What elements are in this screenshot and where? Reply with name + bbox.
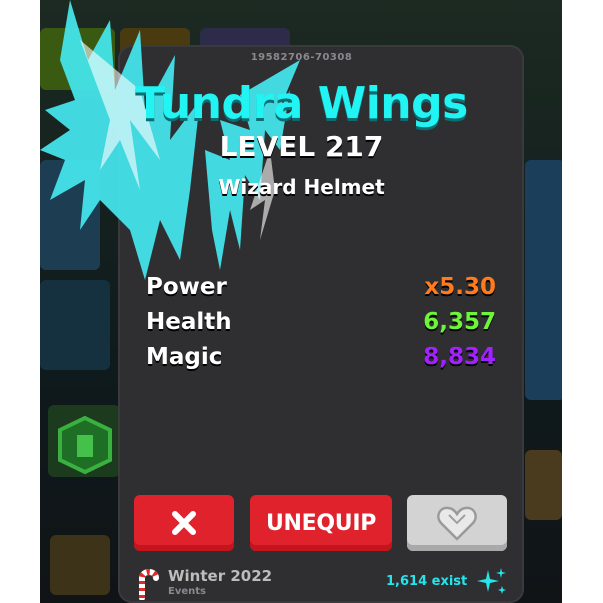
candy-cane-icon <box>139 569 159 600</box>
stat-row-power: Power x5.30 <box>146 274 496 308</box>
event-name: Winter 2022 <box>168 567 273 585</box>
item-type: Wizard Helmet <box>218 175 385 199</box>
stat-label: Magic <box>146 344 223 370</box>
stat-row-magic: Magic 8,834 <box>146 344 496 378</box>
event-category: Events <box>168 586 206 597</box>
close-x-icon <box>172 511 196 535</box>
green-helmet-icon <box>58 415 112 475</box>
stat-label: Power <box>146 274 227 300</box>
item-name: Tundra Wings <box>135 78 468 129</box>
heart-icon <box>437 506 477 541</box>
stat-row-health: Health 6,357 <box>146 309 496 343</box>
inventory-slot <box>525 450 562 520</box>
sparkle-icon <box>477 568 506 594</box>
stat-value: 8,834 <box>423 344 496 370</box>
inventory-slot <box>50 535 110 595</box>
close-button[interactable] <box>134 495 234 551</box>
unequip-label: UNEQUIP <box>265 510 377 536</box>
favorite-button[interactable] <box>407 495 507 551</box>
stat-label: Health <box>146 309 232 335</box>
exist-count: 1,614 exist <box>386 574 468 589</box>
unequip-button[interactable]: UNEQUIP <box>250 495 392 551</box>
stat-value: x5.30 <box>424 274 496 300</box>
item-level: LEVEL 217 <box>219 130 384 163</box>
item-serial-id: 19582706-70308 <box>250 52 353 63</box>
stat-value: 6,357 <box>423 309 496 335</box>
